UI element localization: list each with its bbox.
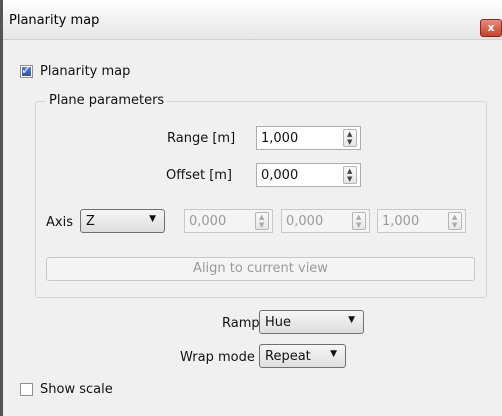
spin-up-icon[interactable]: ▲	[347, 131, 352, 138]
align-to-current-view-button[interactable]: Align to current view	[46, 257, 475, 281]
title-bar: Planarity map x	[3, 0, 502, 40]
spin-down-icon[interactable]: ▼	[356, 222, 361, 229]
chevron-down-icon: ▼	[330, 349, 337, 359]
offset-value: 0,000	[261, 168, 299, 183]
spin-up-icon[interactable]: ▲	[347, 168, 352, 175]
close-button[interactable]: x	[480, 19, 502, 37]
range-spin-arrows[interactable]: ▲ ▼	[343, 129, 357, 147]
wrap-mode-combobox[interactable]: Repeat ▼	[259, 344, 346, 368]
range-value: 1,000	[261, 131, 299, 146]
wrap-mode-value: Repeat	[265, 349, 311, 364]
planarity-map-checkbox[interactable]: ✓ Planarity map	[20, 63, 131, 79]
spin-down-icon[interactable]: ▼	[347, 176, 352, 183]
normal-x-spin-arrows[interactable]: ▲ ▼	[255, 212, 269, 230]
ramp-combobox[interactable]: Hue ▼	[259, 310, 364, 334]
normal-y-spinbox[interactable]: 0,000 ▲ ▼	[281, 209, 370, 233]
checkbox-checked-icon[interactable]: ✓	[20, 63, 33, 78]
planarity-map-dialog: Planarity map x ✓ Planarity map Plane pa…	[0, 0, 502, 416]
normal-y-value: 0,000	[286, 214, 324, 229]
normal-z-spinbox[interactable]: 1,000 ▲ ▼	[377, 209, 466, 233]
plane-parameters-legend: Plane parameters	[46, 93, 168, 108]
chevron-down-icon: ▼	[348, 315, 355, 325]
normal-y-spin-arrows[interactable]: ▲ ▼	[352, 212, 366, 230]
spin-down-icon[interactable]: ▼	[452, 222, 457, 229]
normal-z-spin-arrows[interactable]: ▲ ▼	[448, 212, 462, 230]
ramp-label: Ramp	[222, 316, 260, 331]
ramp-value: Hue	[265, 315, 292, 330]
planarity-map-label: Planarity map	[40, 64, 131, 79]
offset-spin-arrows[interactable]: ▲ ▼	[343, 166, 357, 184]
show-scale-label: Show scale	[40, 382, 113, 397]
range-spinbox[interactable]: 1,000 ▲ ▼	[256, 126, 361, 150]
checkbox-unchecked-icon[interactable]	[20, 383, 33, 396]
offset-spinbox[interactable]: 0,000 ▲ ▼	[256, 163, 361, 187]
close-icon: x	[487, 21, 495, 34]
normal-z-value: 1,000	[382, 214, 420, 229]
normal-x-spinbox[interactable]: 0,000 ▲ ▼	[184, 209, 273, 233]
axis-combobox[interactable]: Z ▼	[80, 209, 165, 233]
spin-up-icon[interactable]: ▲	[452, 214, 457, 221]
show-scale-checkbox[interactable]: Show scale	[20, 382, 113, 397]
normal-x-value: 0,000	[189, 214, 227, 229]
chevron-down-icon: ▼	[149, 214, 156, 224]
axis-label: Axis	[46, 215, 73, 230]
wrap-mode-label: Wrap mode	[180, 350, 255, 365]
range-label: Range [m]	[167, 131, 236, 146]
spin-up-icon[interactable]: ▲	[259, 214, 264, 221]
spin-down-icon[interactable]: ▼	[259, 222, 264, 229]
window-title: Planarity map	[9, 13, 100, 28]
axis-value: Z	[86, 214, 95, 229]
offset-label: Offset [m]	[166, 168, 232, 183]
spin-up-icon[interactable]: ▲	[356, 214, 361, 221]
spin-down-icon[interactable]: ▼	[347, 139, 352, 146]
